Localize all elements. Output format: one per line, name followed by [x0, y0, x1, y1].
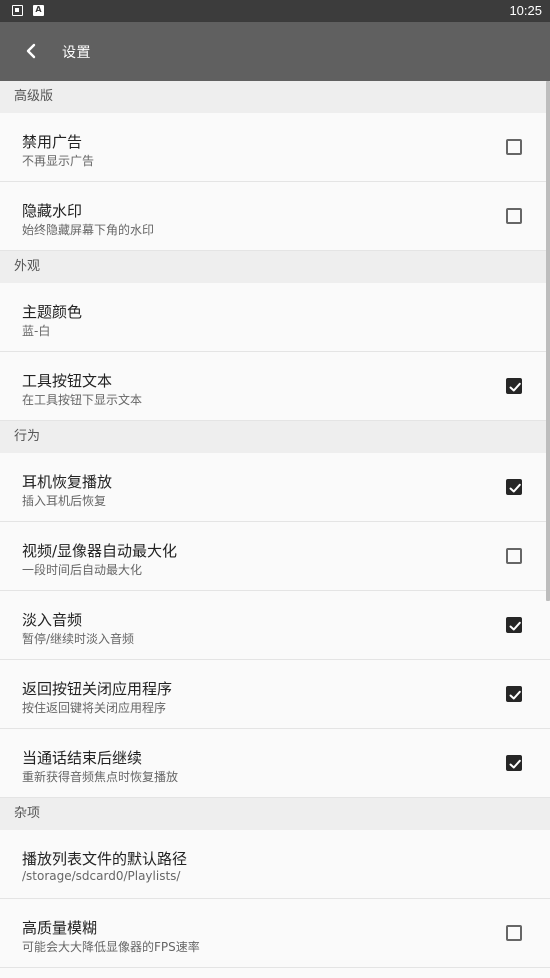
checkmark-icon	[509, 621, 521, 631]
setting-title: 禁用广告	[22, 133, 83, 151]
checkbox-checked[interactable]	[506, 617, 522, 633]
setting-item[interactable]: 高质量模糊可能会大大降低显像器的FPS速率	[0, 899, 550, 968]
setting-item[interactable]: 视频/显像器自动最大化一段时间后自动最大化	[0, 522, 550, 591]
setting-summary: 按住返回键将关闭应用程序	[22, 701, 167, 715]
setting-title: 耳机恢复播放	[22, 473, 113, 491]
setting-summary: 不再显示广告	[22, 154, 95, 168]
setting-title: 当通话结束后继续	[22, 749, 143, 767]
setting-title: 主题颜色	[22, 303, 83, 321]
font-a-icon: A	[33, 5, 44, 16]
status-clock: 10:25	[509, 3, 542, 18]
scrollbar[interactable]	[546, 81, 550, 601]
setting-summary: 在工具按钮下显示文本	[22, 393, 143, 407]
setting-item[interactable]: 当通话结束后继续重新获得音频焦点时恢复播放	[0, 729, 550, 798]
checkbox-checked[interactable]	[506, 479, 522, 495]
checkmark-icon	[509, 483, 521, 493]
section-header: 外观	[0, 251, 550, 283]
checkbox-checked[interactable]	[506, 378, 522, 394]
setting-summary: 蓝-白	[22, 324, 51, 338]
setting-title: 返回按钮关闭应用程序	[22, 680, 173, 698]
section-header: 高级版	[0, 81, 550, 113]
setting-item[interactable]: 播放列表文件的默认路径/storage/sdcard0/Playlists/	[0, 830, 550, 899]
setting-summary: 暂停/继续时淡入音频	[22, 632, 135, 646]
setting-item[interactable]: 禁用广告不再显示广告	[0, 113, 550, 182]
section-header: 杂项	[0, 798, 550, 830]
page-title: 设置	[62, 45, 91, 61]
setting-title: 视频/显像器自动最大化	[22, 542, 178, 560]
setting-summary: 重新获得音频焦点时恢复播放	[22, 770, 179, 784]
setting-item[interactable]: 返回按钮关闭应用程序按住返回键将关闭应用程序	[0, 660, 550, 729]
checkmark-icon	[509, 690, 521, 700]
setting-summary: 一段时间后自动最大化	[22, 563, 143, 577]
checkbox-unchecked[interactable]	[506, 925, 522, 941]
setting-summary: 插入耳机后恢复	[22, 494, 107, 508]
setting-item[interactable]: 淡入音频暂停/继续时淡入音频	[0, 591, 550, 660]
checkbox-unchecked[interactable]	[506, 208, 522, 224]
checkbox-checked[interactable]	[506, 755, 522, 771]
setting-item[interactable]: 隐藏水印始终隐藏屏幕下角的水印	[0, 182, 550, 251]
chevron-left-icon	[26, 43, 36, 59]
setting-item[interactable]: 工具按钮文本在工具按钮下显示文本	[0, 352, 550, 421]
setting-item[interactable]: 主题颜色蓝-白	[0, 283, 550, 352]
setting-title: 高质量模糊	[22, 919, 98, 937]
status-bar: A 10:25	[0, 0, 550, 22]
setting-summary: 始终隐藏屏幕下角的水印	[22, 223, 155, 237]
setting-summary: 可能会大大降低显像器的FPS速率	[22, 940, 200, 954]
section-header: 行为	[0, 421, 550, 453]
setting-item[interactable]: 耳机恢复播放插入耳机后恢复	[0, 453, 550, 522]
checkmark-icon	[509, 382, 521, 392]
setting-title: 淡入音频	[22, 611, 83, 629]
back-button[interactable]	[16, 36, 46, 66]
app-toolbar: 设置	[0, 22, 550, 81]
setting-title: 工具按钮文本	[22, 372, 113, 390]
checkbox-unchecked[interactable]	[506, 139, 522, 155]
setting-title: 隐藏水印	[22, 202, 83, 220]
setting-summary: /storage/sdcard0/Playlists/	[22, 869, 181, 883]
checkbox-unchecked[interactable]	[506, 548, 522, 564]
setting-title: 播放列表文件的默认路径	[22, 850, 188, 868]
checkbox-checked[interactable]	[506, 686, 522, 702]
checkmark-icon	[509, 759, 521, 769]
screenshot-notify-icon	[12, 5, 23, 16]
settings-list[interactable]: 高级版禁用广告不再显示广告隐藏水印始终隐藏屏幕下角的水印外观主题颜色蓝-白工具按…	[0, 81, 550, 978]
